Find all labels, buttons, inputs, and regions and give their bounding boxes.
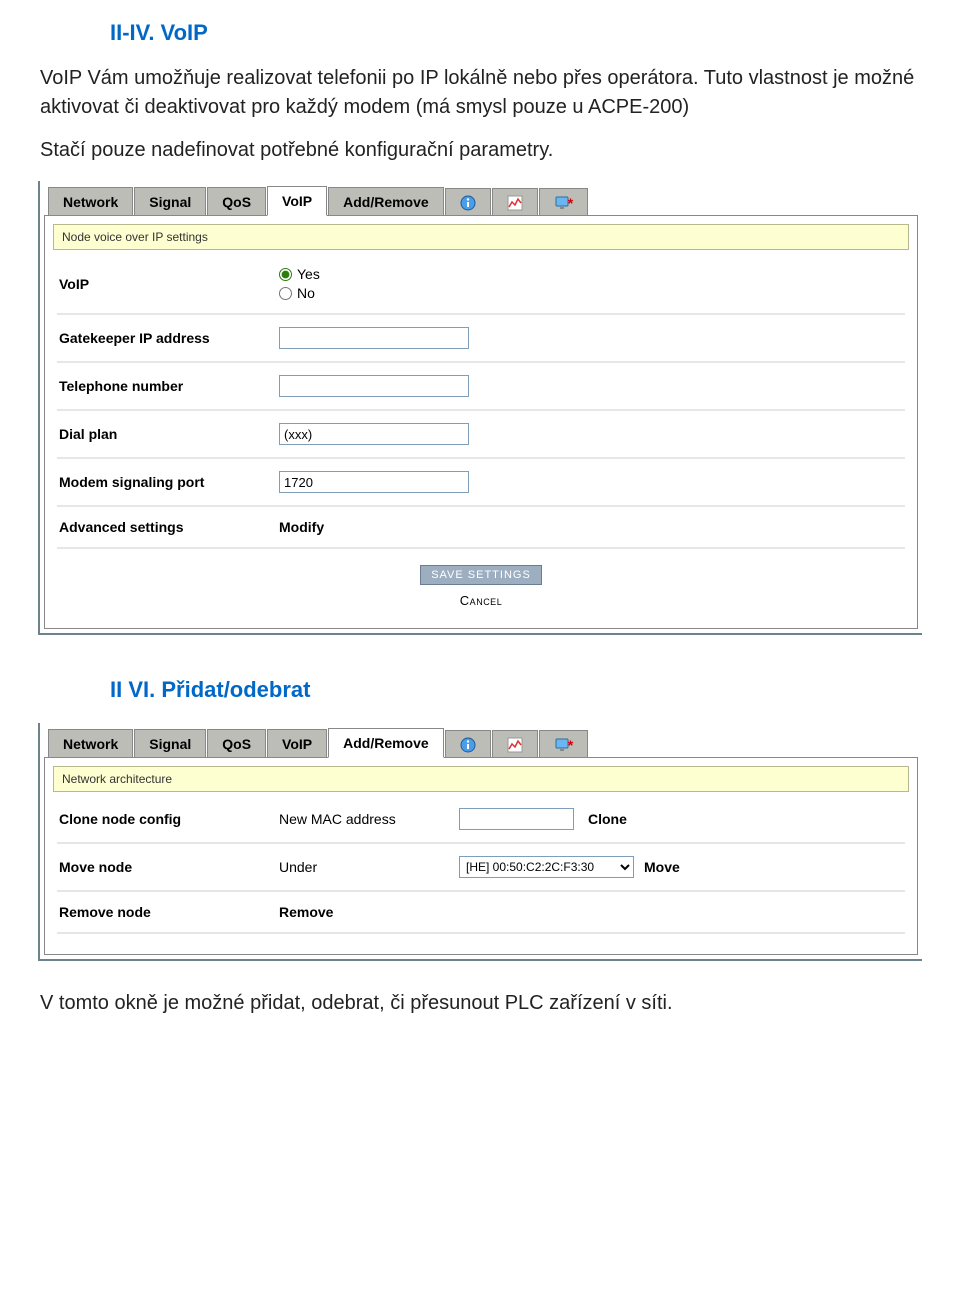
voip-stac-paragraph: Stačí pouze nadefinovat potřebné konfigu… <box>0 130 960 173</box>
divider <box>57 842 905 844</box>
gatekeeper-input[interactable] <box>279 327 469 349</box>
tab-info[interactable] <box>445 188 491 216</box>
divider <box>57 313 905 315</box>
star-icon: * <box>568 195 573 211</box>
voip-yes-row[interactable]: Yes <box>279 266 320 282</box>
clone-label: Clone node config <box>59 811 279 827</box>
telephone-input[interactable] <box>279 375 469 397</box>
addremove-description: V tomto okně je možné přidat, odebrat, č… <box>0 983 960 1026</box>
remove-action[interactable]: Remove <box>279 904 333 920</box>
divider <box>57 547 905 549</box>
label-yes: Yes <box>297 266 320 282</box>
voip-radio-group: Yes No <box>279 266 320 301</box>
tab-network-2[interactable]: Network <box>48 729 133 758</box>
tab-network[interactable]: Network <box>48 187 133 216</box>
tab-voip[interactable]: VoIP <box>267 186 327 216</box>
under-label: Under <box>279 859 459 875</box>
divider <box>57 932 905 934</box>
divider <box>57 361 905 363</box>
info-icon <box>460 195 476 211</box>
section-heading-addremove: II VI. Přidat/odebrat <box>0 657 960 715</box>
tab-monitor-star[interactable]: * <box>539 188 588 216</box>
modemport-input[interactable] <box>279 471 469 493</box>
addremove-banner: Network architecture <box>53 766 909 792</box>
tab-addremove[interactable]: Add/Remove <box>328 187 444 216</box>
star-icon: * <box>568 737 573 753</box>
voip-no-row[interactable]: No <box>279 285 320 301</box>
newmac-label: New MAC address <box>279 811 459 827</box>
save-settings-button[interactable]: SAVE SETTINGS <box>420 565 542 585</box>
cancel-button[interactable]: Cancel <box>460 593 502 608</box>
divider <box>57 457 905 459</box>
addremove-tabbar: Network Signal QoS VoIP Add/Remove * <box>44 727 918 757</box>
tab-qos[interactable]: QoS <box>207 187 266 216</box>
dialplan-label: Dial plan <box>59 426 279 442</box>
telephone-label: Telephone number <box>59 378 279 394</box>
label-no: No <box>297 285 315 301</box>
under-select[interactable]: [HE] 00:50:C2:2C:F3:30 <box>459 856 634 878</box>
newmac-input[interactable] <box>459 808 574 830</box>
chart-icon <box>507 195 523 211</box>
dialplan-input[interactable] <box>279 423 469 445</box>
tab-voip-2[interactable]: VoIP <box>267 729 327 758</box>
tab-addremove-2[interactable]: Add/Remove <box>328 728 444 758</box>
move-label: Move node <box>59 859 279 875</box>
remove-label: Remove node <box>59 904 279 920</box>
tab-qos-2[interactable]: QoS <box>207 729 266 758</box>
section-heading-voip: II-IV. VoIP <box>0 0 960 58</box>
addremove-panel-body: Network architecture Clone node config N… <box>44 757 918 955</box>
radio-voip-no[interactable] <box>279 287 292 300</box>
voip-config-panel: Network Signal QoS VoIP Add/Remove * Nod… <box>38 181 922 635</box>
voip-panel-body: Node voice over IP settings VoIP Yes No … <box>44 215 918 629</box>
move-action[interactable]: Move <box>644 859 680 875</box>
divider <box>57 890 905 892</box>
tab-chart-2[interactable] <box>492 730 538 758</box>
addremove-config-panel: Network Signal QoS VoIP Add/Remove * Net… <box>38 723 922 961</box>
divider <box>57 505 905 507</box>
voip-label: VoIP <box>59 276 279 292</box>
voip-banner: Node voice over IP settings <box>53 224 909 250</box>
voip-intro-paragraph: VoIP Vám umožňuje realizovat telefonii p… <box>0 58 960 130</box>
voip-tabbar: Network Signal QoS VoIP Add/Remove * <box>44 185 918 215</box>
modemport-label: Modem signaling port <box>59 474 279 490</box>
info-icon <box>460 737 476 753</box>
tab-info-2[interactable] <box>445 730 491 758</box>
clone-action[interactable]: Clone <box>588 811 627 827</box>
radio-voip-yes[interactable] <box>279 268 292 281</box>
tab-chart[interactable] <box>492 188 538 216</box>
chart-icon <box>507 737 523 753</box>
tab-signal[interactable]: Signal <box>134 187 206 216</box>
divider <box>57 409 905 411</box>
advanced-label: Advanced settings <box>59 519 279 535</box>
tab-monitor-star-2[interactable]: * <box>539 730 588 758</box>
modify-link[interactable]: Modify <box>279 519 324 535</box>
tab-signal-2[interactable]: Signal <box>134 729 206 758</box>
gatekeeper-label: Gatekeeper IP address <box>59 330 279 346</box>
